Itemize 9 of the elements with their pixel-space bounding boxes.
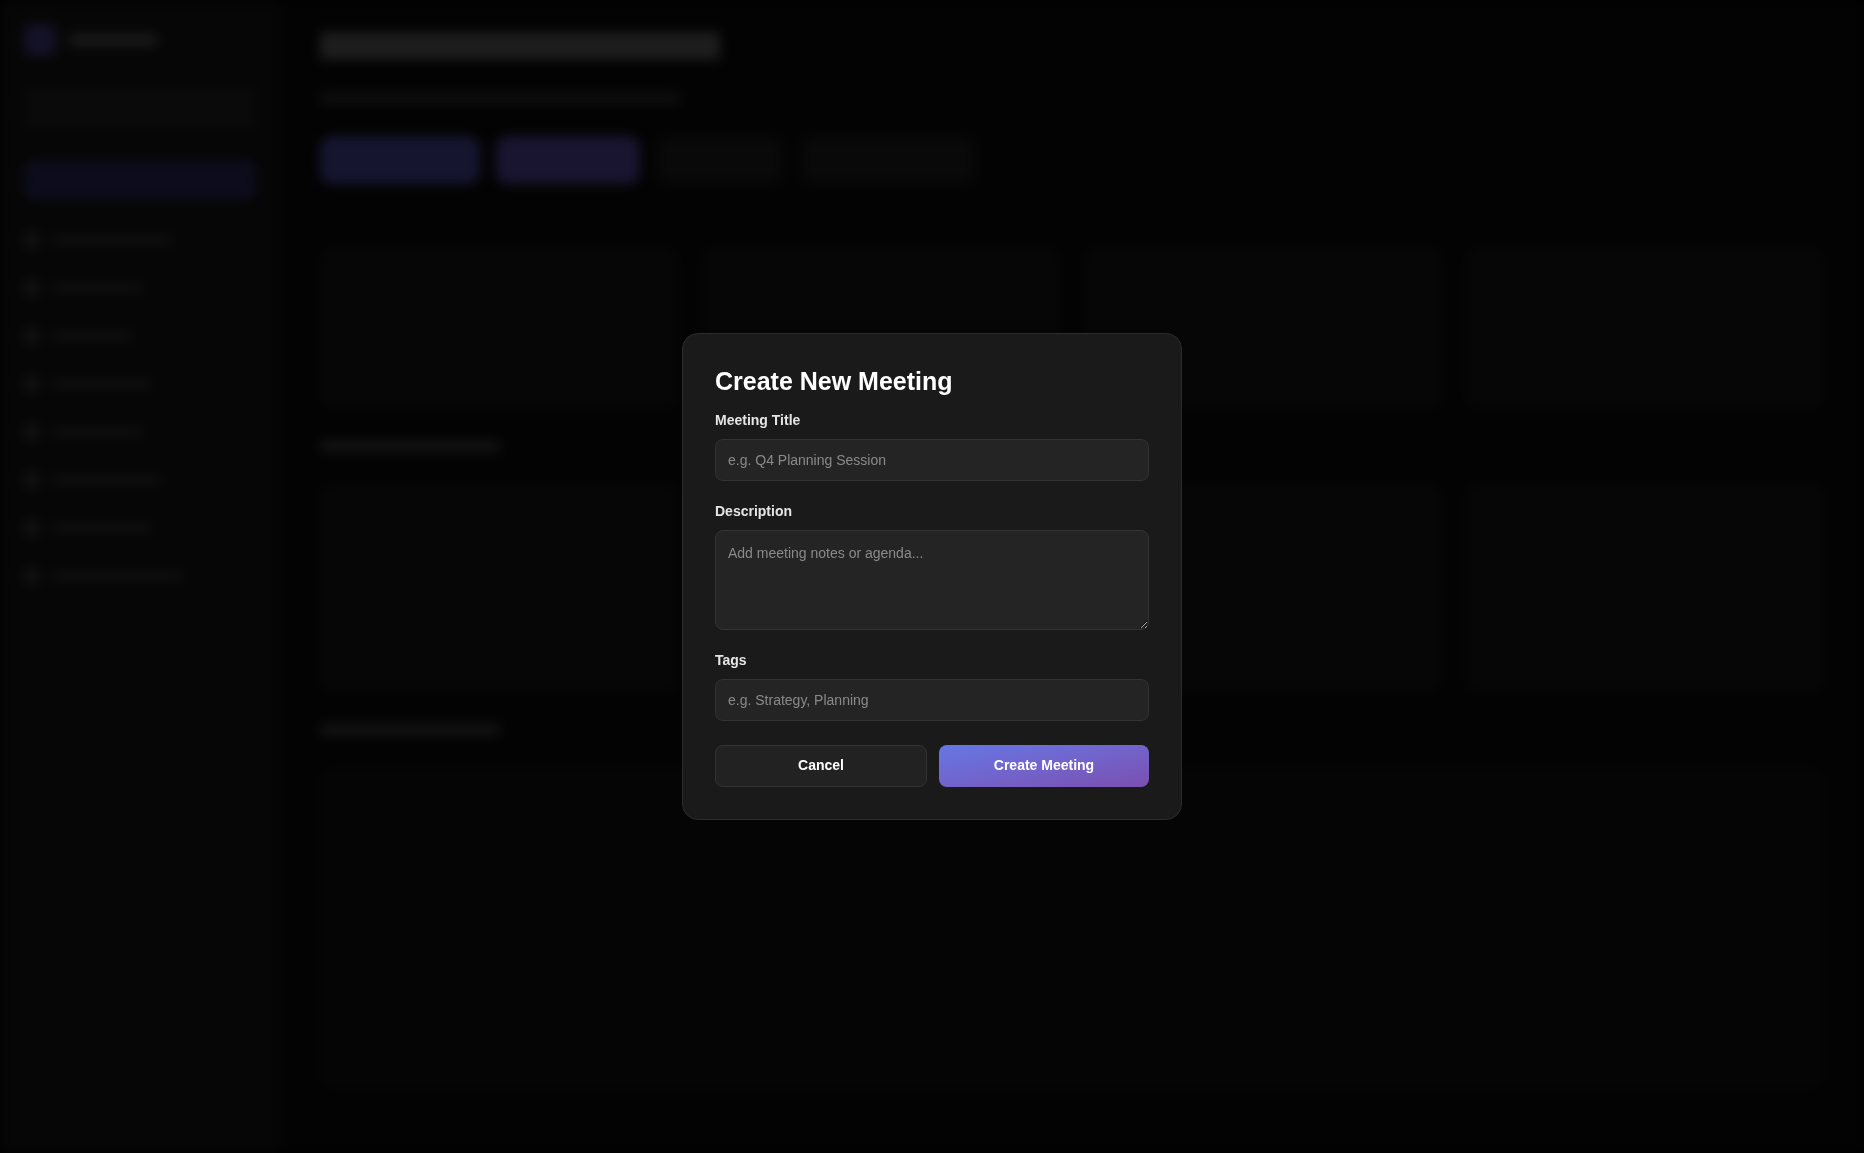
- text-field[interactable]: e.g. Strategy, Planning: [715, 678, 1149, 721]
- description-field[interactable]: Add meeting notes or agenda...: [715, 529, 1149, 630]
- text-field[interactable]: e.g. Q4 Planning Session: [715, 438, 1149, 481]
- field-label: Description: [715, 501, 793, 521]
- field-label: Tags: [715, 650, 748, 670]
- dialog-title: Create New Meeting: [715, 366, 954, 398]
- field-label: Meeting Title: [715, 410, 802, 430]
- cancel-button[interactable]: Cancel: [715, 744, 927, 787]
- create-button[interactable]: Create Meeting: [939, 744, 1149, 787]
